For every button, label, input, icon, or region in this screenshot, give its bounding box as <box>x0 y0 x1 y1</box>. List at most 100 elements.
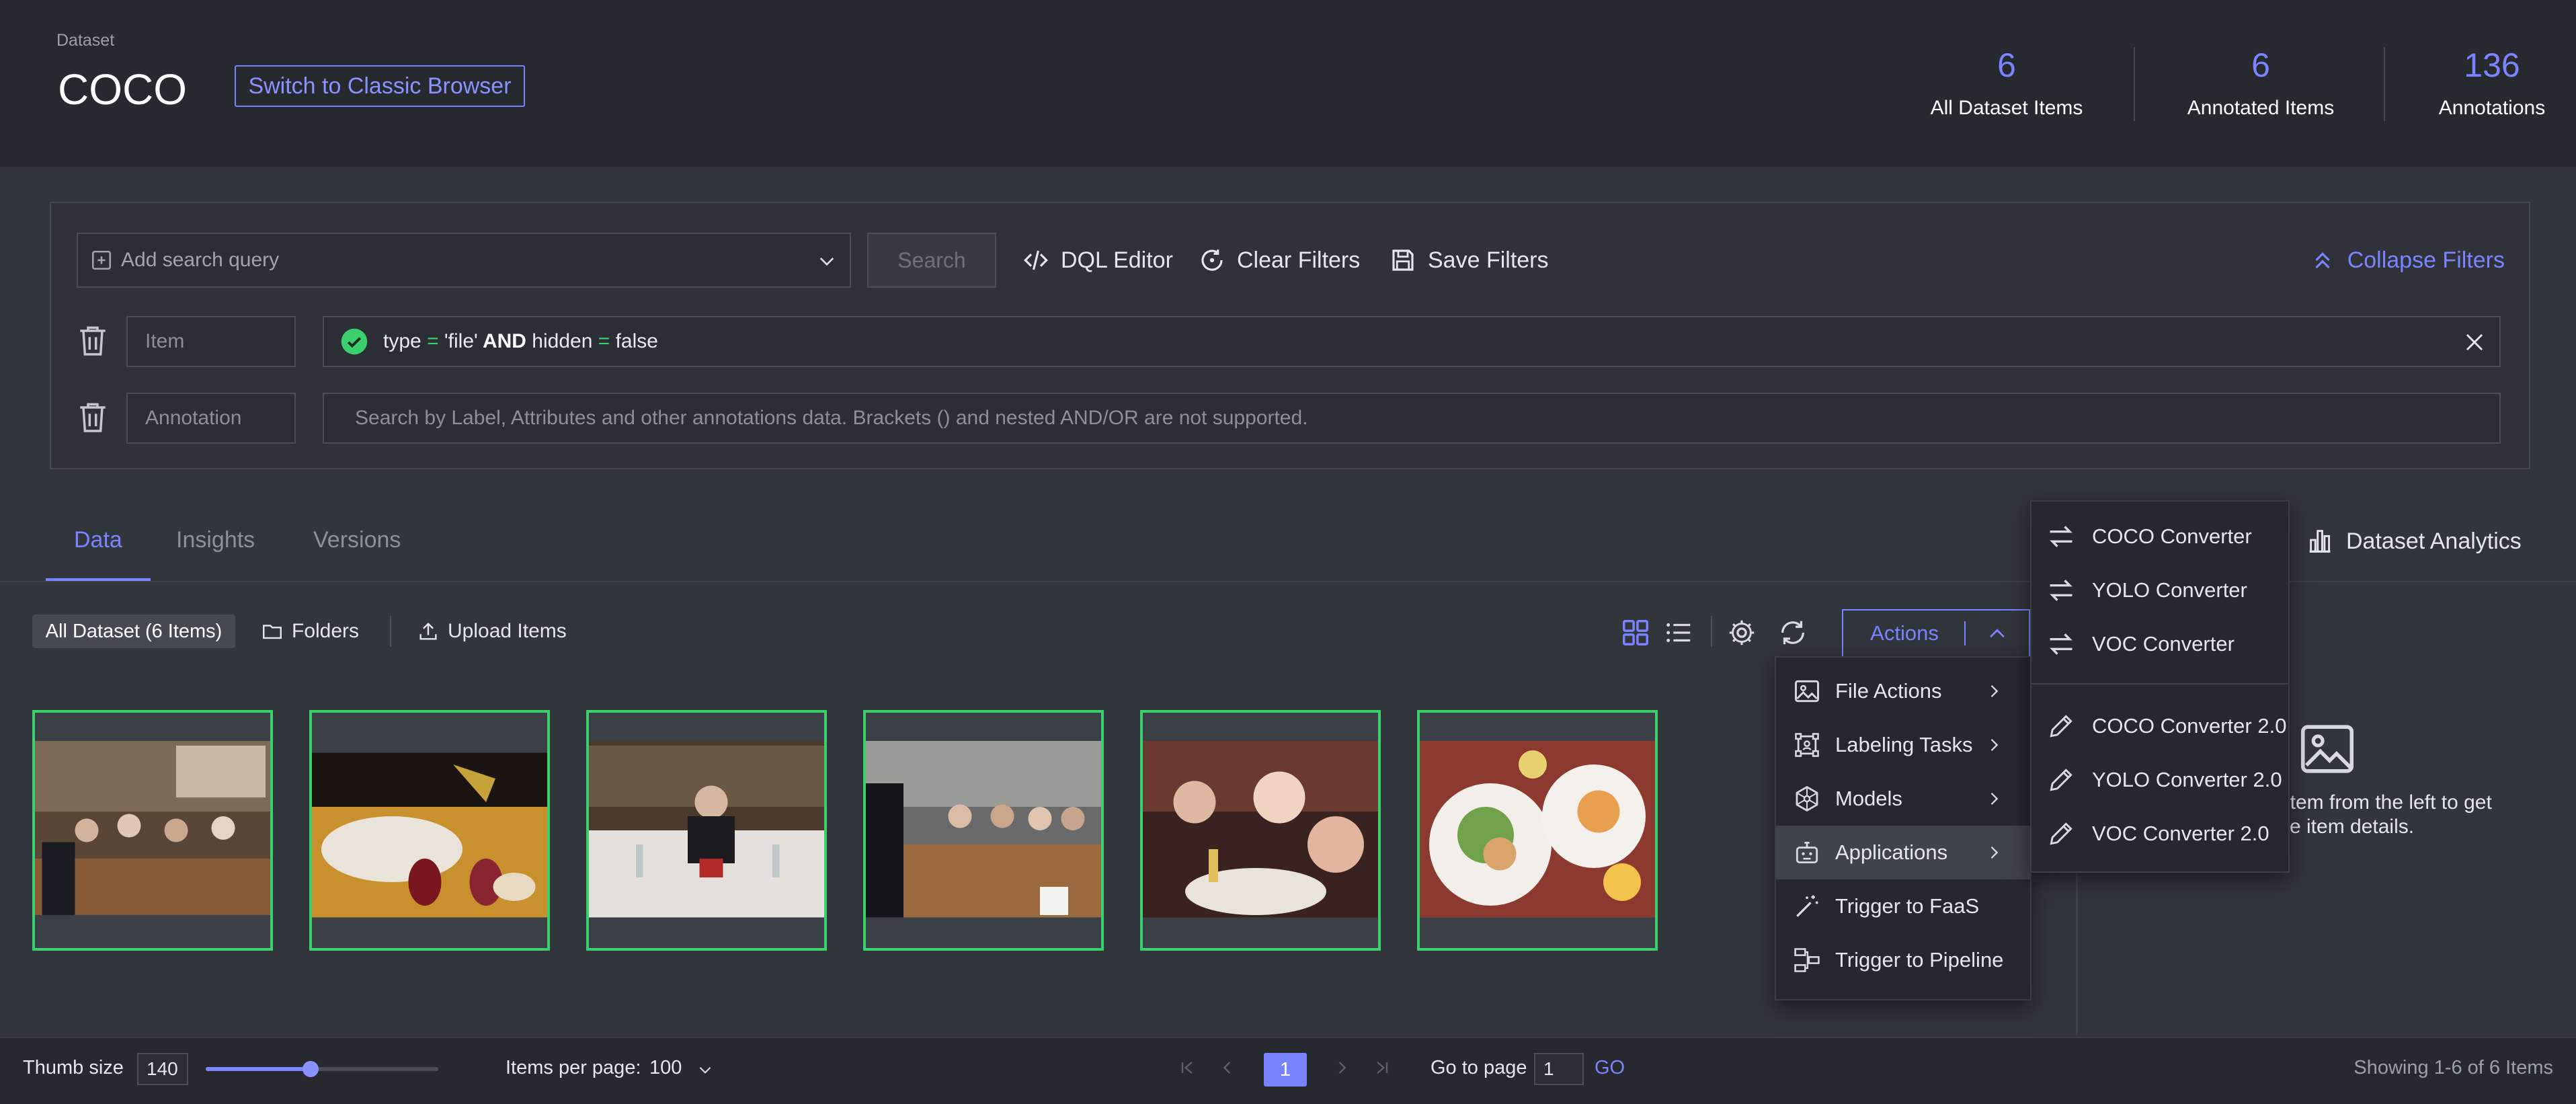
menu-item-models[interactable]: Models <box>1776 772 2030 826</box>
delete-annotation-filter-icon[interactable] <box>74 398 112 436</box>
pipeline-icon <box>1792 945 1822 975</box>
photo-food-plates <box>1420 713 1655 948</box>
last-page-icon[interactable] <box>1373 1058 1392 1077</box>
image-placeholder-icon <box>2299 723 2356 775</box>
stat-all-items-value: 6 <box>1997 46 2016 84</box>
collapse-filters-button[interactable]: Collapse Filters <box>2310 233 2505 288</box>
grid-view-icon[interactable] <box>1620 617 1651 648</box>
menu-item-label: Models <box>1835 787 1902 810</box>
model-icon <box>1792 784 1822 814</box>
menu-item-label: Labeling Tasks <box>1835 733 1973 756</box>
menu-item-file-actions[interactable]: File Actions <box>1776 664 2030 718</box>
clear-filters-icon <box>1198 246 1226 274</box>
close-icon[interactable] <box>2462 329 2487 355</box>
folders-button[interactable]: Folders <box>261 615 359 648</box>
upload-items-button[interactable]: Upload Items <box>417 615 567 648</box>
clear-filters-button[interactable]: Clear Filters <box>1198 233 1360 288</box>
current-page-button[interactable]: 1 <box>1264 1053 1307 1087</box>
submenu-item-coco-converter[interactable]: COCO Converter <box>2031 510 2288 563</box>
stat-annotated-items-label: Annotated Items <box>2187 97 2335 119</box>
item-thumbnail[interactable] <box>1417 710 1658 951</box>
photo-wine-tasting-table <box>589 713 824 948</box>
submenu-item-label: YOLO Converter 2.0 <box>2092 768 2282 791</box>
dataset-scope-chip[interactable]: All Dataset (6 Items) <box>32 615 235 648</box>
item-thumbnail[interactable] <box>32 710 273 951</box>
submenu-item-yolo-converter[interactable]: YOLO Converter <box>2031 563 2288 617</box>
chevron-down-icon[interactable] <box>816 250 838 272</box>
save-filters-label: Save Filters <box>1428 247 1549 273</box>
first-page-icon[interactable] <box>1178 1058 1197 1077</box>
dataset-analytics-button[interactable]: Dataset Analytics <box>2304 526 2522 557</box>
upload-items-label: Upload Items <box>448 620 567 642</box>
thumb-size-input[interactable]: 140 <box>137 1053 188 1085</box>
item-thumbnail[interactable] <box>309 710 550 951</box>
query-operator: = <box>421 330 444 352</box>
go-button[interactable]: GO <box>1595 1057 1625 1079</box>
chevron-up-icon[interactable] <box>1986 623 2009 645</box>
thumb-size-slider-fill <box>206 1067 311 1071</box>
stat-annotations-label: Annotations <box>2438 97 2546 119</box>
tab-insights[interactable]: Insights <box>176 527 255 553</box>
tab-data[interactable]: Data <box>74 527 122 553</box>
item-filter-label: Item <box>126 316 296 367</box>
menu-item-label: Trigger to Pipeline <box>1835 948 2004 972</box>
submenu-item-voc-converter[interactable]: VOC Converter <box>2031 617 2288 671</box>
menu-item-trigger-faas[interactable]: Trigger to FaaS <box>1776 879 2030 933</box>
dql-editor-button[interactable]: DQL Editor <box>1022 233 1173 288</box>
item-thumbnail[interactable] <box>586 710 827 951</box>
delete-item-filter-icon[interactable] <box>74 321 112 359</box>
list-view-icon[interactable] <box>1663 617 1694 648</box>
submenu-item-label: VOC Converter <box>2092 632 2235 656</box>
search-button[interactable]: Search <box>867 233 996 288</box>
swap-icon <box>2046 522 2076 551</box>
item-query-input[interactable]: type = 'file' AND hidden = false <box>323 316 2501 367</box>
items-per-page-value: 100 <box>649 1057 682 1078</box>
actions-divider <box>1964 621 1966 645</box>
double-chevron-up-icon <box>2310 247 2335 273</box>
thumb-size-label: Thumb size <box>23 1057 124 1078</box>
add-query-icon <box>90 249 113 272</box>
chevron-right-icon <box>1984 789 2003 808</box>
query-and: AND <box>477 330 532 352</box>
actions-button[interactable]: Actions <box>1842 609 2030 658</box>
menu-item-labeling-tasks[interactable]: Labeling Tasks <box>1776 718 2030 772</box>
collapse-filters-label: Collapse Filters <box>2347 247 2505 273</box>
search-query-input[interactable]: Add search query <box>77 233 851 288</box>
go-to-page-input[interactable]: 1 <box>1534 1053 1584 1085</box>
refresh-icon[interactable] <box>1777 617 1808 648</box>
chevron-down-icon[interactable] <box>696 1061 714 1078</box>
items-per-page-select[interactable]: 100 <box>649 1057 682 1079</box>
save-filters-button[interactable]: Save Filters <box>1389 233 1549 288</box>
submenu-item-coco-converter-2[interactable]: COCO Converter 2.0 <box>2031 699 2288 753</box>
menu-item-trigger-pipeline[interactable]: Trigger to Pipeline <box>1776 933 2030 987</box>
menu-item-applications[interactable]: Applications <box>1776 826 2030 879</box>
thumb-size-slider-handle[interactable] <box>302 1061 319 1077</box>
dataset-analytics-label: Dataset Analytics <box>2346 528 2522 554</box>
previous-page-icon[interactable] <box>1218 1058 1237 1077</box>
robot-icon <box>1792 838 1822 867</box>
submenu-item-label: VOC Converter 2.0 <box>2092 822 2269 845</box>
applications-submenu: COCO Converter YOLO Converter VOC Conver… <box>2030 500 2290 873</box>
submenu-divider <box>2031 683 2288 684</box>
details-empty-message: item from the left to get e item details… <box>2286 791 2492 839</box>
pencil-icon <box>2046 711 2076 741</box>
bar-chart-icon <box>2304 526 2335 557</box>
pencil-icon <box>2046 765 2076 795</box>
submenu-item-voc-converter-2[interactable]: VOC Converter 2.0 <box>2031 807 2288 861</box>
showing-items-count: Showing 1-6 of 6 Items <box>2353 1057 2553 1078</box>
upload-icon <box>417 620 440 643</box>
page-title: COCO <box>58 65 187 114</box>
item-thumbnail[interactable] <box>1140 710 1381 951</box>
dql-editor-label: DQL Editor <box>1061 247 1173 273</box>
stat-divider <box>2134 47 2135 121</box>
next-page-icon[interactable] <box>1332 1058 1351 1077</box>
submenu-item-label: YOLO Converter <box>2092 578 2247 602</box>
details-hint-line2: e item details. <box>2290 816 2415 838</box>
tab-versions[interactable]: Versions <box>313 527 401 553</box>
switch-classic-browser-button[interactable]: Switch to Classic Browser <box>235 65 525 107</box>
item-thumbnail[interactable] <box>863 710 1104 951</box>
annotation-query-input[interactable]: Search by Label, Attributes and other an… <box>323 393 2501 444</box>
submenu-item-yolo-converter-2[interactable]: YOLO Converter 2.0 <box>2031 753 2288 807</box>
gear-icon[interactable] <box>1726 617 1757 648</box>
items-per-page-label: Items per page: <box>506 1057 641 1078</box>
